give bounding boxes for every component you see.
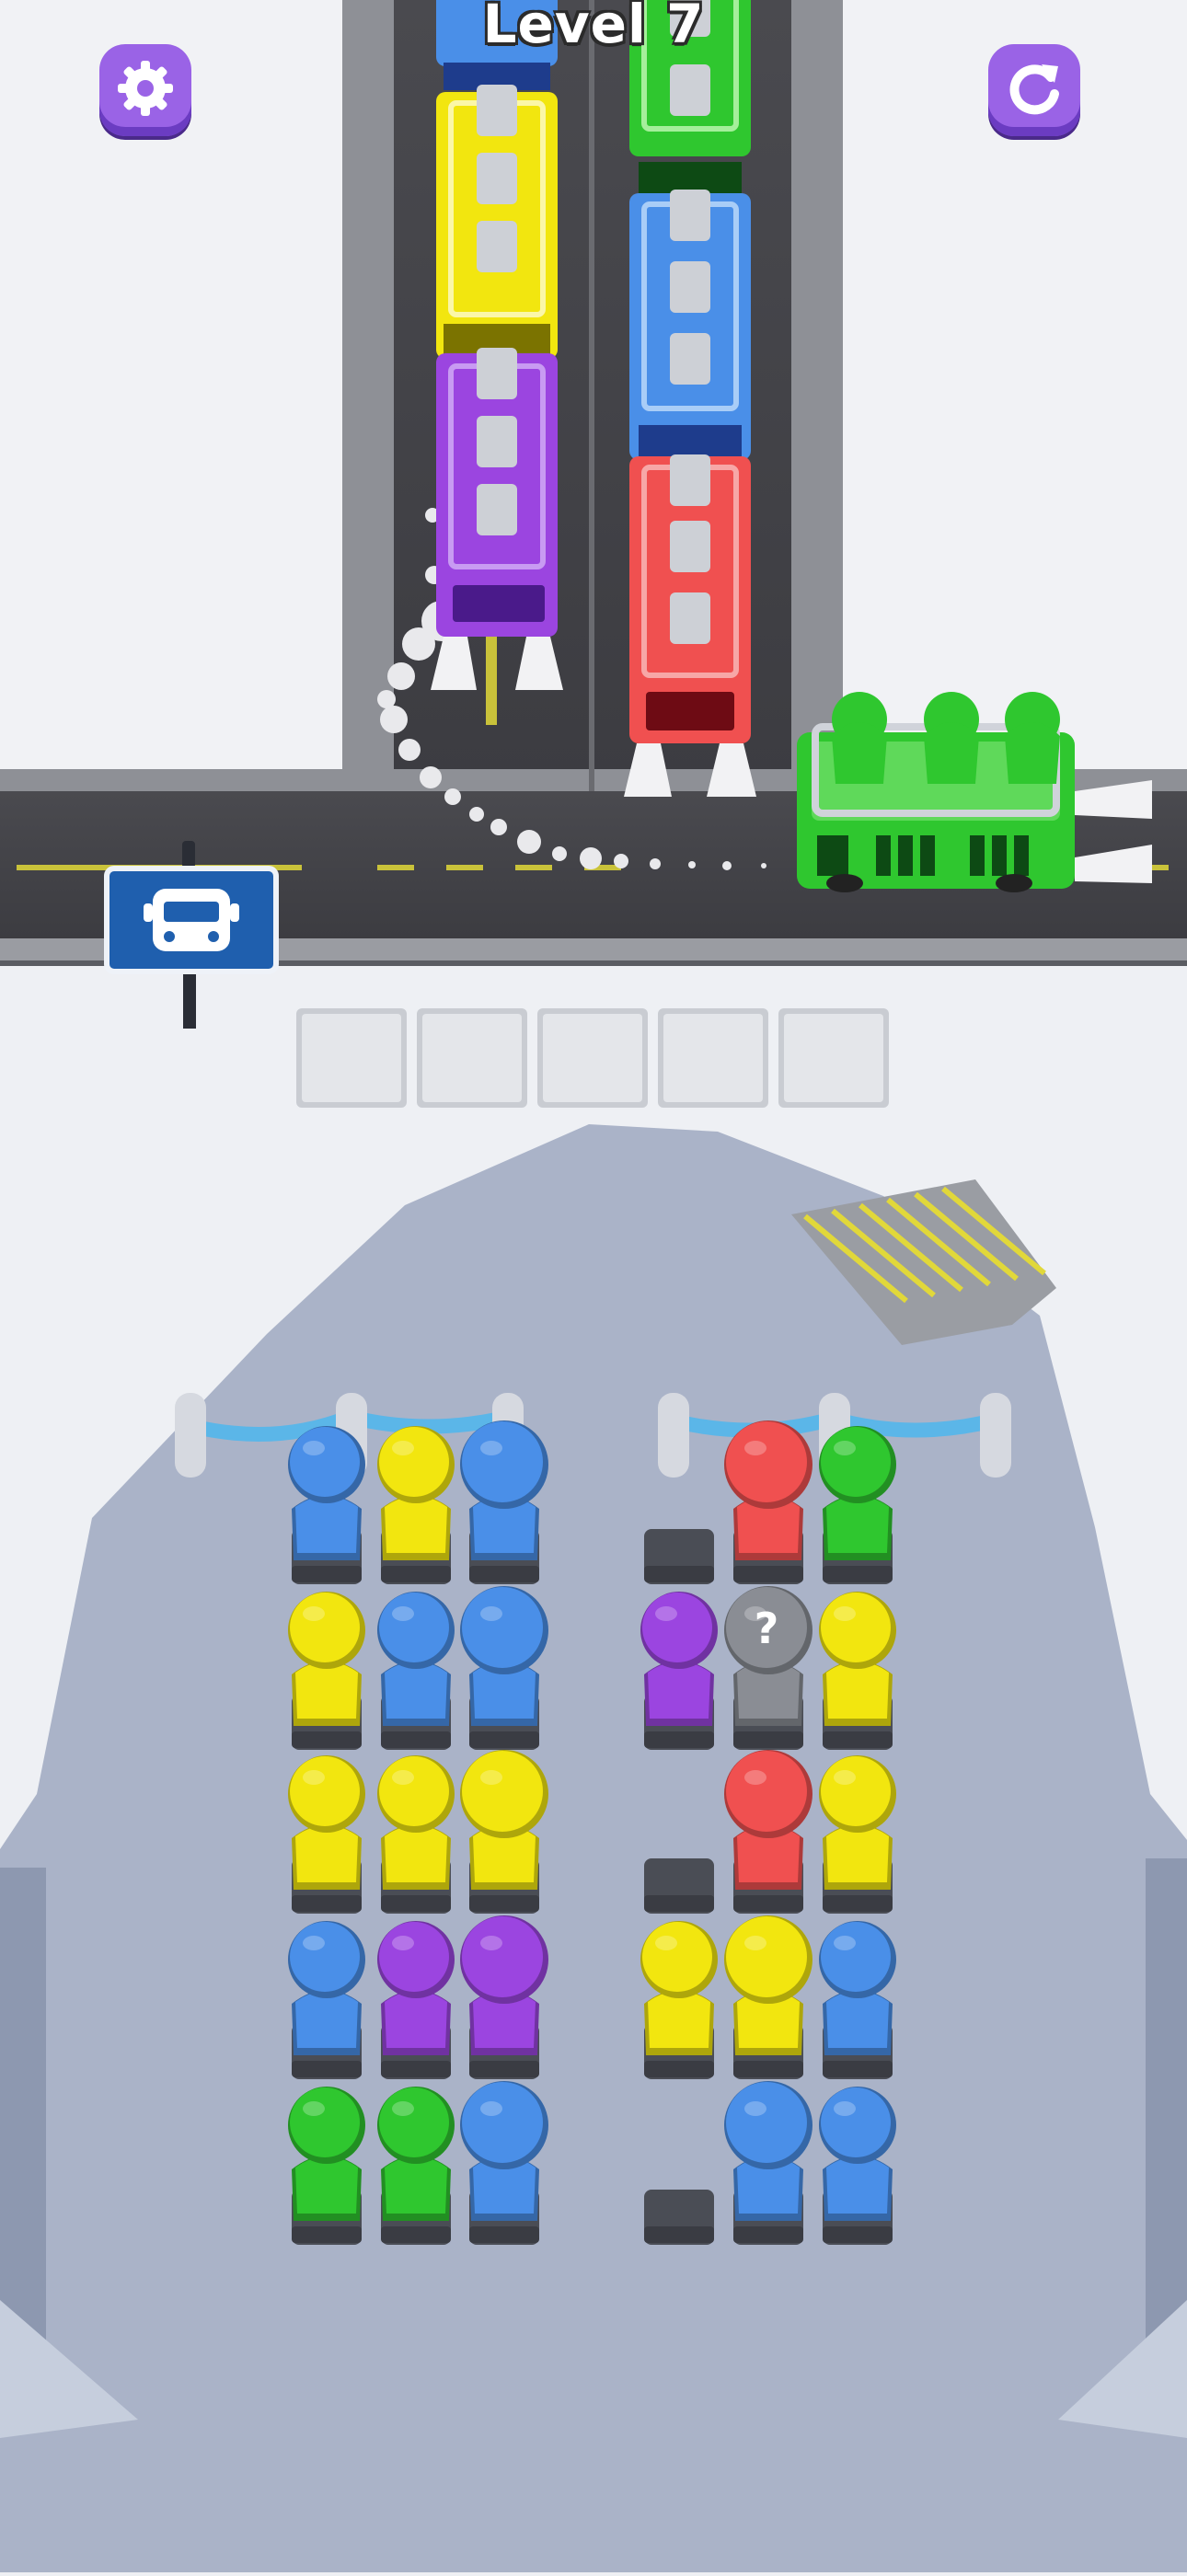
passenger-blue[interactable] [460,1586,548,1726]
bus-icon [144,889,239,951]
restart-button[interactable] [988,44,1080,136]
waiting-slots [296,1008,889,1108]
waiting-slot [778,1008,889,1108]
game-board: ? [0,0,1187,2572]
gear-icon [118,61,173,116]
passenger-blue[interactable] [724,2081,812,2221]
restart-icon [1009,64,1059,115]
waiting-slot [296,1008,407,1108]
mystery-symbol: ? [755,1604,779,1653]
passenger-yellow[interactable] [460,1750,548,1890]
passenger-yellow[interactable] [724,1915,812,2055]
passenger-purple[interactable] [460,1915,548,2055]
waiting-slot [537,1008,648,1108]
waiting-slot [658,1008,768,1108]
passenger-red[interactable] [724,1420,812,1560]
passenger-red[interactable] [724,1750,812,1890]
settings-button[interactable] [99,44,191,136]
bus-queue-lane-2 [624,0,756,797]
passenger-blue[interactable] [460,2081,548,2221]
seated-passengers [832,692,1060,784]
waiting-slot [417,1008,527,1108]
game-scene: ? Level 7 [0,0,1187,2572]
bus-yellow[interactable] [436,85,558,359]
bus-queue-lane-1 [431,0,563,690]
passenger-unknown[interactable]: ? [724,1586,812,1726]
passenger-blue[interactable] [460,1420,548,1560]
bus-blue[interactable] [629,190,751,460]
